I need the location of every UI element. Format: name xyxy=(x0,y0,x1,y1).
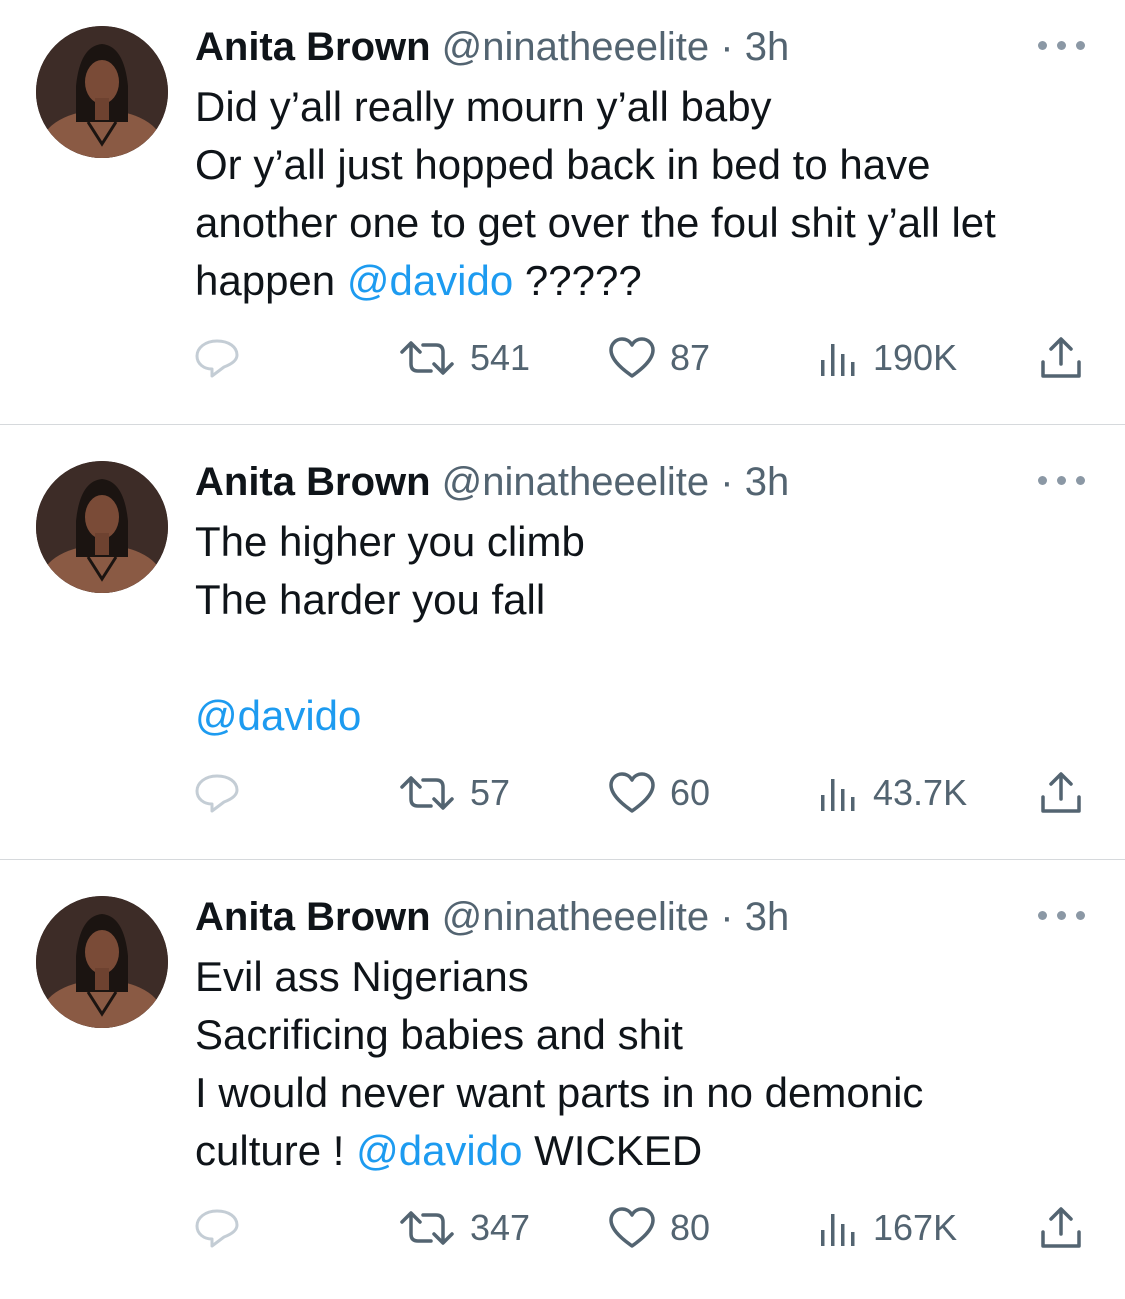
share-icon xyxy=(1041,772,1081,813)
views-count: 167K xyxy=(873,1207,958,1248)
tweet-text-line xyxy=(195,629,1105,687)
text-segment: The harder you fall xyxy=(195,576,546,623)
retweet-count: 541 xyxy=(470,337,531,378)
mention-link[interactable]: @davido xyxy=(347,257,513,304)
author-handle[interactable]: @ninatheeelite xyxy=(442,895,709,939)
more-icon[interactable] xyxy=(1038,38,1086,52)
views-count: 190K xyxy=(873,337,958,378)
tweet-header: Anita Brown @ninatheeelite · 3h xyxy=(195,892,789,942)
avatar[interactable] xyxy=(36,26,168,158)
retweet-icon xyxy=(400,776,454,810)
avatar-photo xyxy=(36,26,168,158)
reply-icon xyxy=(195,1209,239,1248)
like-count: 87 xyxy=(670,337,711,378)
author-handle[interactable]: @ninatheeelite xyxy=(442,460,709,504)
views-icon xyxy=(821,1214,855,1246)
separator-dot: · xyxy=(720,25,734,69)
like-count: 80 xyxy=(670,1207,711,1248)
tweet-text: The higher you climb The harder you fall… xyxy=(195,513,1105,745)
tweet-text-line: Did y’all really mourn y’all baby xyxy=(195,78,1105,136)
views-button[interactable]: 43.7K xyxy=(817,763,967,823)
text-segment: culture ! xyxy=(195,1127,357,1174)
tweet-text-line: The harder you fall xyxy=(195,571,1105,629)
tweet[interactable]: Anita Brown @ninatheeelite · 3h Evil ass… xyxy=(0,860,1125,1299)
tweet-text: Did y’all really mourn y’all baby Or y’a… xyxy=(195,78,1105,310)
retweet-button[interactable]: 541 xyxy=(398,328,530,388)
share-icon xyxy=(1041,1207,1081,1248)
separator-dot: · xyxy=(720,895,734,939)
like-button[interactable]: 80 xyxy=(608,1198,710,1258)
tweet-header: Anita Brown @ninatheeelite · 3h xyxy=(195,457,789,507)
retweet-count: 57 xyxy=(470,772,511,813)
more-icon[interactable] xyxy=(1038,908,1086,922)
like-button[interactable]: 87 xyxy=(608,328,710,388)
text-segment: happen xyxy=(195,257,347,304)
timestamp[interactable]: 3h xyxy=(745,895,790,939)
tweet-actions: 57 60 43.7K xyxy=(0,763,1125,823)
reply-icon xyxy=(195,774,239,813)
retweet-icon xyxy=(400,1211,454,1245)
reply-button[interactable] xyxy=(193,328,241,388)
text-segment: Did y’all really mourn y’all baby xyxy=(195,83,772,130)
tweet[interactable]: Anita Brown @ninatheeelite · 3h Did y’al… xyxy=(0,0,1125,424)
avatar[interactable] xyxy=(36,461,168,593)
like-count: 60 xyxy=(670,772,711,813)
tweet-text-line: another one to get over the foul shit y’… xyxy=(195,194,1105,252)
timestamp[interactable]: 3h xyxy=(745,460,790,504)
retweet-count: 347 xyxy=(470,1207,531,1248)
views-count: 43.7K xyxy=(873,772,968,813)
like-icon xyxy=(609,337,655,378)
tweet-text-line: happen @davido ????? xyxy=(195,252,1105,310)
text-segment: The higher you climb xyxy=(195,518,585,565)
timestamp[interactable]: 3h xyxy=(745,25,790,69)
text-segment: another one to get over the foul shit y’… xyxy=(195,199,996,246)
share-button[interactable] xyxy=(1038,763,1084,823)
views-button[interactable]: 190K xyxy=(817,328,957,388)
author-name[interactable]: Anita Brown xyxy=(195,895,431,939)
separator-dot: · xyxy=(720,460,734,504)
share-button[interactable] xyxy=(1038,328,1084,388)
tweet-actions: 541 87 190K xyxy=(0,328,1125,388)
reply-button[interactable] xyxy=(193,763,241,823)
text-segment: ????? xyxy=(513,257,642,304)
author-handle[interactable]: @ninatheeelite xyxy=(442,25,709,69)
tweet-text-line: I would never want parts in no demonic xyxy=(195,1064,1105,1122)
share-icon xyxy=(1041,337,1081,378)
author-name[interactable]: Anita Brown xyxy=(195,25,431,69)
more-icon[interactable] xyxy=(1038,473,1086,487)
retweet-button[interactable]: 347 xyxy=(398,1198,530,1258)
avatar[interactable] xyxy=(36,896,168,1028)
text-segment: WICKED xyxy=(522,1127,703,1174)
tweet-text-line: culture ! @davido WICKED xyxy=(195,1122,1105,1180)
views-button[interactable]: 167K xyxy=(817,1198,957,1258)
text-segment: Evil ass Nigerians xyxy=(195,953,529,1000)
views-icon xyxy=(821,344,855,376)
like-button[interactable]: 60 xyxy=(608,763,710,823)
mention-link[interactable]: @davido xyxy=(195,692,361,739)
retweet-icon xyxy=(400,341,454,375)
text-segment: Sacrificing babies and shit xyxy=(195,1011,683,1058)
tweet-text-line: The higher you climb xyxy=(195,513,1105,571)
tweet[interactable]: Anita Brown @ninatheeelite · 3h The high… xyxy=(0,425,1125,859)
tweet-text-line: @davido xyxy=(195,687,1105,745)
retweet-button[interactable]: 57 xyxy=(398,763,510,823)
tweet-text-line: Or y’all just hopped back in bed to have xyxy=(195,136,1105,194)
tweet-text: Evil ass Nigerians Sacrificing babies an… xyxy=(195,948,1105,1180)
mention-link[interactable]: @davido xyxy=(356,1127,522,1174)
tweet-header: Anita Brown @ninatheeelite · 3h xyxy=(195,22,789,72)
author-name[interactable]: Anita Brown xyxy=(195,460,431,504)
reply-button[interactable] xyxy=(193,1198,241,1258)
like-icon xyxy=(609,772,655,813)
avatar-photo xyxy=(36,896,168,1028)
tweet-text-line: Sacrificing babies and shit xyxy=(195,1006,1105,1064)
reply-icon xyxy=(195,339,239,378)
text-segment: I would never want parts in no demonic xyxy=(195,1069,924,1116)
tweet-actions: 347 80 167K xyxy=(0,1198,1125,1258)
share-button[interactable] xyxy=(1038,1198,1084,1258)
views-icon xyxy=(821,779,855,811)
text-segment: Or y’all just hopped back in bed to have xyxy=(195,141,931,188)
like-icon xyxy=(609,1207,655,1248)
avatar-photo xyxy=(36,461,168,593)
tweet-text-line: Evil ass Nigerians xyxy=(195,948,1105,1006)
